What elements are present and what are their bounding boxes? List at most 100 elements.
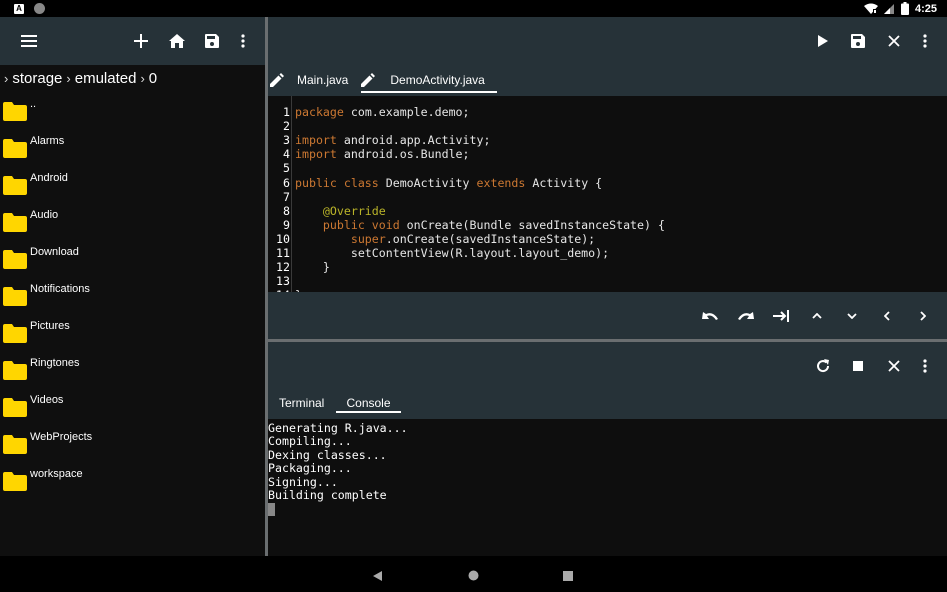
- breadcrumb-item[interactable]: emulated: [75, 70, 137, 87]
- edit-pencil-icon: [361, 73, 376, 87]
- editor-toolbar: [268, 17, 947, 65]
- file-list-item[interactable]: ..: [0, 95, 265, 132]
- chevron-down-icon[interactable]: [840, 304, 864, 328]
- clock: 4:25: [914, 2, 937, 15]
- back-icon[interactable]: [373, 568, 383, 586]
- file-name: Alarms: [30, 135, 65, 147]
- line-content: public class DemoActivity extends Activi…: [295, 175, 603, 190]
- editor-pane: Main.java DemoActivity.java 1 package com…: [268, 17, 947, 339]
- more-vert-icon[interactable]: [231, 29, 255, 53]
- line-content: }: [295, 260, 330, 275]
- file-browser-toolbar: [0, 17, 265, 65]
- breadcrumb-item[interactable]: 0: [149, 70, 157, 87]
- folder-icon: [3, 361, 27, 380]
- line-number: 1: [283, 105, 290, 119]
- chevron-right-icon: ›: [4, 70, 9, 86]
- line-number: 12: [276, 260, 290, 275]
- undo-icon[interactable]: [698, 304, 722, 328]
- code-line: 7: [268, 190, 947, 204]
- file-list-item[interactable]: Videos: [0, 391, 265, 428]
- indent-tab-icon[interactable]: [769, 304, 793, 328]
- line-content: setContentView(R.layout.layout_demo);: [295, 246, 610, 260]
- line-content: import android.os.Bundle;: [295, 147, 470, 162]
- line-number: 6: [283, 175, 290, 190]
- line-number: 9: [283, 217, 290, 232]
- file-list-item[interactable]: Notifications: [0, 280, 265, 317]
- more-vert-icon[interactable]: [913, 354, 937, 378]
- recents-icon[interactable]: [563, 568, 573, 586]
- file-list-item[interactable]: Download: [0, 243, 265, 280]
- console-output[interactable]: Generating R.java... Compiling... Dexing c…: [268, 419, 947, 556]
- tab-main-java[interactable]: Main.java: [270, 65, 348, 95]
- file-list: .. Alarms Android Audio Download Notification…: [0, 91, 265, 502]
- status-bar: A 4:25: [0, 0, 947, 17]
- file-list-item[interactable]: Ringtones: [0, 354, 265, 391]
- file-list-item[interactable]: workspace: [0, 465, 265, 502]
- file-browser-pane: › storage › emulated › 0 .. Alarms Android…: [0, 17, 265, 556]
- folder-icon: [3, 472, 27, 491]
- text-cursor: [268, 503, 275, 517]
- console-output-line: Packaging...: [268, 461, 352, 476]
- folder-icon: [3, 139, 27, 158]
- close-icon[interactable]: [882, 29, 906, 53]
- code-line: 10 super.onCreate(savedInstanceState);: [268, 232, 947, 246]
- line-content: public void onCreate(Bundle savedInstanc…: [322, 217, 665, 232]
- code-editor[interactable]: 1 package com.example.demo; 2 3 import andro…: [268, 96, 947, 292]
- console-output-line: Signing...: [268, 474, 338, 489]
- chevron-right-icon[interactable]: [911, 304, 935, 328]
- console-output-line: Compiling...: [268, 434, 352, 449]
- editor-action-bar: [268, 292, 947, 339]
- line-number: 8: [283, 203, 290, 218]
- tab-terminal[interactable]: Terminal: [279, 396, 324, 410]
- tab-demoactivity-java[interactable]: DemoActivity.java: [361, 65, 497, 95]
- chevron-left-icon[interactable]: [875, 304, 899, 328]
- folder-icon: [3, 250, 27, 269]
- file-list-item[interactable]: Pictures: [0, 317, 265, 354]
- file-list-item[interactable]: Android: [0, 169, 265, 206]
- file-name: WebProjects: [30, 431, 93, 443]
- file-list-item[interactable]: WebProjects: [0, 428, 265, 465]
- redo-icon[interactable]: [734, 304, 758, 328]
- folder-icon: [3, 287, 27, 306]
- console-toolbar: [268, 342, 947, 390]
- add-icon[interactable]: [129, 29, 153, 53]
- chevron-right-icon: ›: [66, 70, 71, 86]
- code-line: 4 import android.os.Bundle;: [268, 147, 947, 161]
- folder-icon: [3, 398, 27, 417]
- file-name: Audio: [30, 209, 59, 221]
- line-number: 10: [276, 231, 290, 246]
- chevron-up-icon[interactable]: [805, 304, 829, 328]
- file-name: Android: [30, 172, 68, 184]
- tab-console[interactable]: Console: [336, 396, 401, 413]
- console-pane: Terminal Console Generating R.java... Com…: [268, 342, 947, 556]
- code-line: 5: [268, 161, 947, 175]
- folder-icon: [3, 435, 27, 454]
- code-line: 9 public void onCreate(Bundle savedInsta…: [268, 218, 947, 232]
- refresh-icon[interactable]: [811, 354, 835, 378]
- save-icon[interactable]: [200, 29, 224, 53]
- code-line: 1 package com.example.demo;: [268, 105, 947, 119]
- file-list-item[interactable]: Alarms: [0, 132, 265, 169]
- run-icon[interactable]: [811, 29, 835, 53]
- chevron-right-icon: ›: [140, 70, 145, 86]
- breadcrumb-item[interactable]: storage: [12, 70, 62, 87]
- circle-notification-icon: [34, 3, 45, 14]
- home-icon[interactable]: [468, 568, 479, 586]
- more-vert-icon[interactable]: [913, 29, 937, 53]
- file-list-item[interactable]: Audio: [0, 206, 265, 243]
- save-icon[interactable]: [846, 29, 870, 53]
- tab-label: Main.java: [297, 73, 349, 87]
- line-number: 7: [283, 189, 290, 204]
- battery-icon: [900, 2, 909, 15]
- home-icon[interactable]: [165, 29, 189, 53]
- code-line: 2: [268, 119, 947, 133]
- file-name: workspace: [30, 468, 83, 480]
- file-name: Download: [30, 246, 79, 258]
- hamburger-menu-icon[interactable]: [17, 29, 41, 53]
- line-number: 4: [283, 147, 290, 162]
- stop-icon[interactable]: [846, 354, 870, 378]
- close-icon[interactable]: [882, 354, 906, 378]
- breadcrumb: › storage › emulated › 0: [0, 65, 265, 91]
- code-line: 12 }: [268, 260, 947, 274]
- folder-icon: [3, 213, 27, 232]
